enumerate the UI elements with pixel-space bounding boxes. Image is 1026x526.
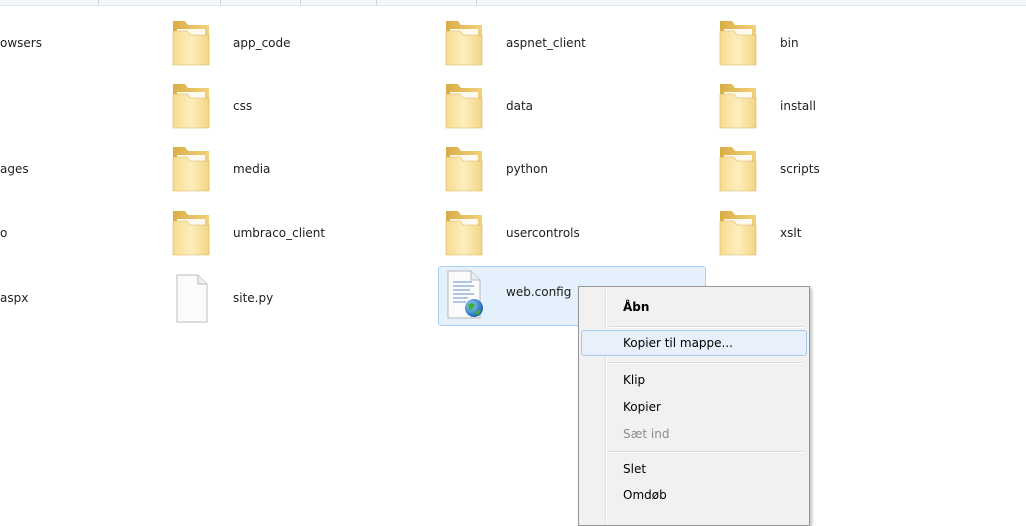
- folder-icon: [172, 84, 210, 129]
- menu-item-open[interactable]: Åbn: [581, 294, 807, 320]
- context-menu: Åbn Kopier til mappe... Klip Kopier Sæt …: [578, 286, 810, 526]
- menu-item-copy[interactable]: Kopier: [581, 394, 807, 420]
- folder-icon: [172, 21, 210, 66]
- item-label: web.config: [506, 285, 572, 299]
- item-label: python: [506, 162, 548, 176]
- menu-separator: [609, 451, 803, 453]
- folder-icon: [445, 211, 483, 256]
- document-icon: [176, 274, 208, 323]
- item-label: xslt: [780, 226, 802, 240]
- item-label: aspnet_client: [506, 36, 586, 50]
- partially-visible-item-label[interactable]: owsers: [0, 17, 42, 69]
- menu-item-copy-to-folder[interactable]: Kopier til mappe...: [581, 330, 807, 356]
- folder-icon: [172, 211, 210, 256]
- item-label: css: [233, 99, 253, 113]
- folder-icon: [445, 21, 483, 66]
- column-separator[interactable]: [220, 0, 221, 5]
- config-file-icon: [447, 270, 483, 319]
- folder-icon: [719, 147, 757, 192]
- item-label: scripts: [780, 162, 820, 176]
- item-label: media: [233, 162, 271, 176]
- partially-visible-item-label[interactable]: ages: [0, 143, 29, 195]
- folder-icon: [445, 84, 483, 129]
- menu-separator: [609, 362, 803, 364]
- partially-visible-item-label[interactable]: o: [0, 207, 7, 259]
- item-label: umbraco_client: [233, 226, 326, 240]
- folder-icon: [172, 147, 210, 192]
- menu-item-paste[interactable]: Sæt ind: [581, 421, 807, 447]
- item-label: install: [780, 99, 816, 113]
- folder-icon: [445, 147, 483, 192]
- folder-icon: [719, 84, 757, 129]
- item-label: usercontrols: [506, 226, 580, 240]
- item-label: bin: [780, 36, 799, 50]
- folder-icon: [719, 21, 757, 66]
- menu-item-delete[interactable]: Slet: [581, 456, 807, 482]
- menu-separator: [609, 326, 803, 328]
- column-separator[interactable]: [376, 0, 377, 5]
- column-header-strip: [0, 0, 1026, 6]
- column-separator[interactable]: [300, 0, 301, 5]
- column-separator[interactable]: [98, 0, 99, 5]
- column-separator[interactable]: [476, 0, 477, 5]
- item-label: data: [506, 99, 534, 113]
- menu-item-rename[interactable]: Omdøb: [581, 482, 807, 508]
- menu-item-cut[interactable]: Klip: [581, 367, 807, 393]
- partially-visible-item-label[interactable]: aspx: [0, 272, 28, 324]
- item-label: site.py: [233, 291, 274, 305]
- folder-icon: [719, 211, 757, 256]
- item-label: app_code: [233, 36, 291, 50]
